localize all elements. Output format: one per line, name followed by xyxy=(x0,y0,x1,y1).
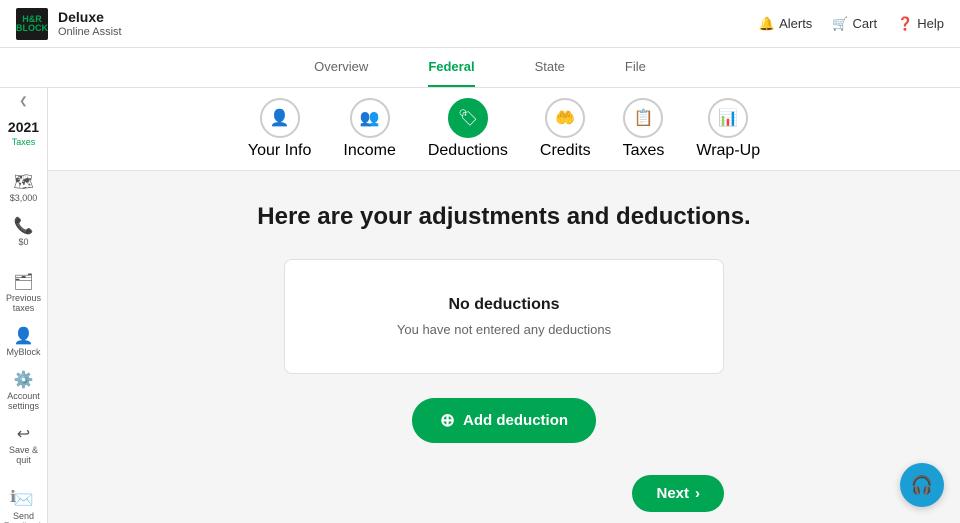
help-label: Help xyxy=(917,16,944,31)
tab-overview[interactable]: Overview xyxy=(314,48,368,87)
wrap-up-icon: 📊 xyxy=(708,98,748,138)
logo-icon: H&RBLOCK xyxy=(16,8,48,40)
user-icon: 👤 xyxy=(14,329,34,345)
refund-label: $3,000 xyxy=(10,193,38,203)
product-info: Deluxe Online Assist xyxy=(58,9,122,38)
step-your-info[interactable]: 👤 Your Info xyxy=(248,98,311,160)
info-icon[interactable]: ℹ xyxy=(10,487,16,507)
income-label: Income xyxy=(343,142,395,160)
help-chat-button[interactable]: 🎧 xyxy=(900,463,944,507)
tab-file[interactable]: File xyxy=(625,48,646,87)
bell-icon: 🔔 xyxy=(759,16,775,32)
folder-icon: 🗂 xyxy=(13,275,33,291)
phone-icon: 📞 xyxy=(14,219,34,235)
headset-icon: 🎧 xyxy=(911,475,933,496)
right-panel: 👤 Your Info 👥 Income 🏷 Deductions 🤲 Cred… xyxy=(48,88,960,523)
sidebar-item-previous[interactable]: 🗂 Previous taxes xyxy=(2,269,46,319)
nav-actions: 🔔 Alerts 🛒 Cart ❓ Help xyxy=(759,16,944,32)
tab-state[interactable]: State xyxy=(535,48,565,87)
sidebar-item-refund[interactable]: 🗺 $3,000 xyxy=(2,169,46,209)
next-button[interactable]: Next › xyxy=(632,475,724,512)
product-name: Deluxe xyxy=(58,9,122,26)
income-icon: 👥 xyxy=(350,98,390,138)
credits-label: Credits xyxy=(540,142,591,160)
step-credits[interactable]: 🤲 Credits xyxy=(540,98,591,160)
your-info-icon: 👤 xyxy=(260,98,300,138)
logo-text: H&RBLOCK xyxy=(16,15,48,33)
cart-label: Cart xyxy=(853,16,878,31)
card-subtitle: You have not entered any deductions xyxy=(305,322,703,337)
step-icons-bar: 👤 Your Info 👥 Income 🏷 Deductions 🤲 Cred… xyxy=(48,88,960,171)
tab-federal[interactable]: Federal xyxy=(428,48,474,87)
content-area: Here are your adjustments and deductions… xyxy=(48,171,960,523)
step-taxes[interactable]: 📋 Taxes xyxy=(623,98,665,160)
product-sub: Online Assist xyxy=(58,26,122,38)
chevron-right-icon: › xyxy=(695,485,700,502)
wrap-up-label: Wrap-Up xyxy=(696,142,760,160)
taxes-icon: 📋 xyxy=(623,98,663,138)
main-tab-bar: Overview Federal State File xyxy=(0,48,960,88)
gear-icon: ⚙️ xyxy=(14,373,34,389)
myblock-label: MyBlock xyxy=(6,347,40,357)
top-nav: H&RBLOCK Deluxe Online Assist 🔔 Alerts 🛒… xyxy=(0,0,960,48)
save-quit-label: Save & quit xyxy=(4,445,44,465)
sidebar: ❮ 2021 Taxes 🗺 $3,000 📞 $0 🗂 Previous ta… xyxy=(0,88,48,523)
credits-icon: 🤲 xyxy=(545,98,585,138)
your-info-label: Your Info xyxy=(248,142,311,160)
cart-icon: 🛒 xyxy=(832,16,848,32)
next-label: Next xyxy=(656,485,689,502)
deductions-card: No deductions You have not entered any d… xyxy=(284,259,724,374)
refund-icon: 🗺 xyxy=(13,175,33,191)
step-deductions[interactable]: 🏷 Deductions xyxy=(428,98,508,160)
alerts-label: Alerts xyxy=(779,16,812,31)
sidebar-item-settings[interactable]: ⚙️ Account settings xyxy=(2,367,46,417)
help-button[interactable]: ❓ Help xyxy=(897,16,944,32)
year-label: 2021 xyxy=(8,119,39,135)
sidebar-year[interactable]: 2021 Taxes xyxy=(2,113,46,153)
step-wrap-up[interactable]: 📊 Wrap-Up xyxy=(696,98,760,160)
main-layout: ❮ 2021 Taxes 🗺 $3,000 📞 $0 🗂 Previous ta… xyxy=(0,88,960,523)
taxes-label: Taxes xyxy=(12,137,36,147)
logo-area: H&RBLOCK Deluxe Online Assist xyxy=(16,8,122,40)
feedback-label: Send Feedback xyxy=(4,511,44,523)
add-deduction-button[interactable]: ⊕ Add deduction xyxy=(412,398,596,443)
taxes-label: Taxes xyxy=(623,142,665,160)
mail-icon: ✉️ xyxy=(14,493,34,509)
next-btn-row: Next › xyxy=(284,475,724,512)
deductions-label: Deductions xyxy=(428,142,508,160)
page-title: Here are your adjustments and deductions… xyxy=(257,203,750,231)
save-quit-icon: ↩ xyxy=(17,427,30,443)
alerts-button[interactable]: 🔔 Alerts xyxy=(759,16,812,32)
sidebar-item-feedback[interactable]: ✉️ Send Feedback xyxy=(2,487,46,523)
owe-label: $0 xyxy=(18,237,28,247)
step-income[interactable]: 👥 Income xyxy=(343,98,395,160)
settings-label: Account settings xyxy=(4,391,44,411)
add-deduction-label: Add deduction xyxy=(463,412,568,429)
sidebar-item-owe[interactable]: 📞 $0 xyxy=(2,213,46,253)
sidebar-collapse-button[interactable]: ❮ xyxy=(19,96,27,107)
cart-button[interactable]: 🛒 Cart xyxy=(832,16,877,32)
card-title: No deductions xyxy=(305,296,703,314)
sidebar-item-myblock[interactable]: 👤 MyBlock xyxy=(2,323,46,363)
sidebar-item-save-quit[interactable]: ↩ Save & quit xyxy=(2,421,46,471)
plus-icon: ⊕ xyxy=(440,410,455,431)
deductions-icon: 🏷 xyxy=(448,98,488,138)
help-circle-icon: ❓ xyxy=(897,16,913,32)
previous-label: Previous taxes xyxy=(4,293,44,313)
